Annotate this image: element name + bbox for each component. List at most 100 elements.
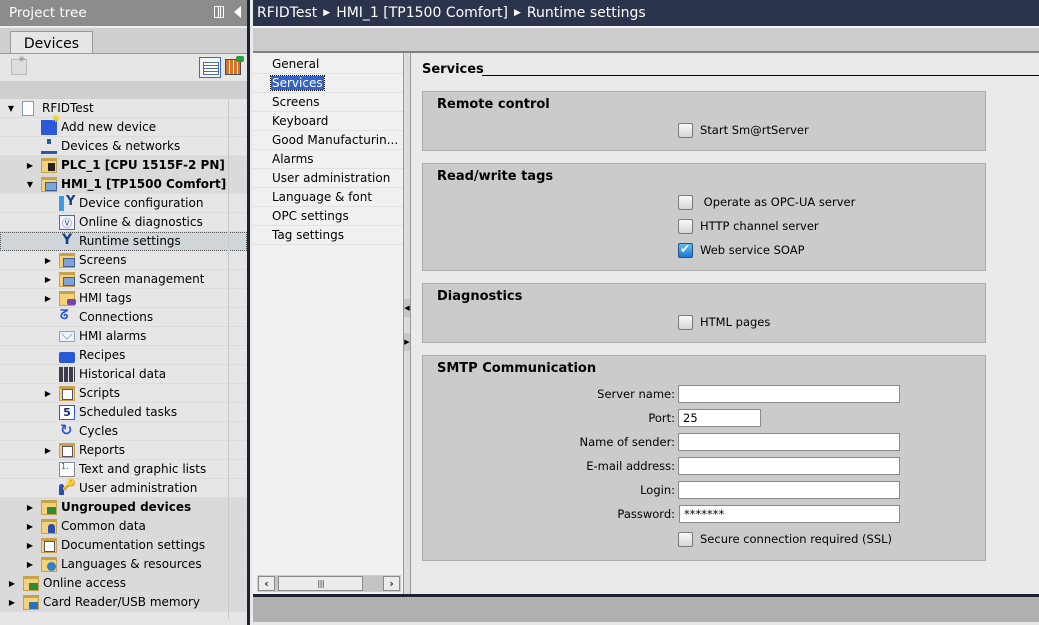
expand-toggle-icon[interactable]: ▶ xyxy=(43,384,53,403)
breadcrumb-item[interactable]: Runtime settings xyxy=(527,5,646,21)
tree-item-plc-1[interactable]: ▶ PLC_1 [CPU 1515F-2 PN] xyxy=(0,156,247,175)
checkbox-http-channel-server[interactable]: HTTP channel server xyxy=(678,218,819,234)
expand-toggle-icon[interactable]: ▼ xyxy=(6,99,16,118)
tree-item-device-configuration[interactable]: Device configuration xyxy=(0,194,247,213)
checkbox-label: HTTP channel server xyxy=(700,219,819,233)
tree-item-cycles[interactable]: Cycles xyxy=(0,421,247,441)
tree-item-devices-networks[interactable]: Devices & networks xyxy=(0,137,247,156)
field-port: Port: xyxy=(423,409,903,427)
tree-item-common-data[interactable]: ▶ Common data xyxy=(0,517,247,536)
expand-toggle-icon[interactable]: ▶ xyxy=(25,555,35,574)
nav-label: General xyxy=(272,57,320,71)
split-pane-icon[interactable] xyxy=(214,6,224,18)
nav-item-alarms[interactable]: Alarms xyxy=(253,150,403,169)
checkbox[interactable] xyxy=(678,122,693,138)
expand-toggle-icon[interactable]: ▶ xyxy=(25,536,35,555)
checkbox[interactable] xyxy=(678,218,693,234)
tree-item-recipes[interactable]: Recipes xyxy=(0,346,247,365)
server-name-input[interactable] xyxy=(678,385,900,403)
expand-toggle-icon[interactable]: ▶ xyxy=(43,251,53,270)
tree-item-add-new-device[interactable]: Add new device xyxy=(0,114,247,137)
collapse-left-icon[interactable]: ◀ xyxy=(404,299,410,317)
tree-item-text-graphic-lists[interactable]: Text and graphic lists xyxy=(0,460,247,479)
nav-item-tag-settings[interactable]: Tag settings xyxy=(253,226,403,245)
expand-toggle-icon[interactable]: ▶ xyxy=(7,593,17,612)
tree-column-header xyxy=(0,81,247,99)
nav-item-general[interactable]: General xyxy=(253,55,403,74)
tree-item-hmi-tags[interactable]: ▶ HMI tags xyxy=(0,289,247,308)
tree-item-user-administration[interactable]: User administration xyxy=(0,478,247,498)
new-group-icon[interactable] xyxy=(11,55,27,75)
expand-toggle-icon[interactable]: ▼ xyxy=(25,175,35,194)
port-input[interactable] xyxy=(678,409,761,427)
nav-item-good-manufacturing[interactable]: Good Manufacturin... xyxy=(253,131,403,150)
horizontal-scrollbar[interactable]: ‹ |||| › xyxy=(257,575,401,592)
expand-right-icon[interactable]: ▶ xyxy=(404,333,410,351)
splitter[interactable]: ◀ ▶ xyxy=(403,53,411,594)
tree-item-hmi-alarms[interactable]: HMI alarms xyxy=(0,327,247,346)
tree-item-scripts[interactable]: ▶ Scripts xyxy=(0,384,247,403)
expand-toggle-icon[interactable]: ▶ xyxy=(7,574,17,593)
sender-name-input[interactable] xyxy=(678,433,900,451)
email-address-input[interactable] xyxy=(678,457,900,475)
nav-label: Tag settings xyxy=(272,228,344,242)
hmi-folder-icon xyxy=(41,176,57,192)
checkbox[interactable] xyxy=(678,194,693,210)
login-input[interactable] xyxy=(678,481,900,499)
section-title: Services xyxy=(422,62,484,77)
scroll-right-button[interactable]: › xyxy=(383,576,400,591)
project-tree-title: Project tree xyxy=(9,5,87,21)
nav-label: Good Manufacturin... xyxy=(272,133,399,147)
breadcrumb-item[interactable]: HMI_1 [TP1500 Comfort] xyxy=(336,5,508,21)
tree-toolbar xyxy=(0,53,247,81)
nav-item-screens[interactable]: Screens xyxy=(253,93,403,112)
expand-toggle-icon[interactable]: ▶ xyxy=(43,289,53,308)
tree-item-screen-management[interactable]: ▶ Screen management xyxy=(0,270,247,289)
import-icon[interactable] xyxy=(225,56,244,75)
checkbox-opc-ua-server[interactable]: Operate as OPC-UA server xyxy=(678,194,855,210)
tree-item-documentation-settings[interactable]: ▶ Documentation settings xyxy=(0,536,247,555)
tree-item-languages-resources[interactable]: ▶ Languages & resources xyxy=(0,555,247,574)
tree-item-connections[interactable]: Connections xyxy=(0,308,247,327)
nav-item-user-administration[interactable]: User administration xyxy=(253,169,403,188)
tree-item-online-access[interactable]: ▶ Online access xyxy=(0,574,247,593)
tree-item-online-diagnostics[interactable]: Online & diagnostics xyxy=(0,213,247,232)
expand-toggle-icon[interactable]: ▶ xyxy=(25,517,35,536)
breadcrumb-item[interactable]: RFIDTest xyxy=(257,5,317,21)
checkbox-checked[interactable] xyxy=(678,242,693,258)
tree-item-scheduled-tasks[interactable]: 5 Scheduled tasks xyxy=(0,403,247,422)
scroll-left-button[interactable]: ‹ xyxy=(258,576,275,591)
card-reader-icon xyxy=(23,594,39,610)
tab-devices[interactable]: Devices xyxy=(10,31,93,55)
tree-item-screens[interactable]: ▶ Screens xyxy=(0,251,247,270)
checkbox-web-service-soap[interactable]: Web service SOAP xyxy=(678,242,805,258)
checkbox-start-smartserver[interactable]: Start Sm@rtServer xyxy=(678,122,809,138)
tree-item-label: Recipes xyxy=(79,348,126,362)
envelope-icon xyxy=(59,330,75,342)
overview-icon[interactable] xyxy=(199,57,221,78)
nav-item-keyboard[interactable]: Keyboard xyxy=(253,112,403,131)
tree-item-reports[interactable]: ▶ Reports xyxy=(0,441,247,460)
password-input[interactable] xyxy=(679,505,900,523)
tree-item-label: Runtime settings xyxy=(79,234,181,248)
collapse-panel-icon[interactable] xyxy=(234,6,241,18)
tree-item-hmi-1[interactable]: ▼ HMI_1 [TP1500 Comfort] xyxy=(0,175,247,194)
checkbox[interactable] xyxy=(678,314,693,330)
tree-item-ungrouped-devices[interactable]: ▶ Ungrouped devices xyxy=(0,498,247,517)
tree-item-rfidtest[interactable]: ▼ RFIDTest xyxy=(0,99,247,118)
checkbox-html-pages[interactable]: HTML pages xyxy=(678,314,770,330)
expand-toggle-icon[interactable]: ▶ xyxy=(43,441,53,460)
nav-item-language-font[interactable]: Language & font xyxy=(253,188,403,207)
nav-item-services[interactable]: Services xyxy=(253,74,403,93)
tree-item-card-reader[interactable]: ▶ Card Reader/USB memory xyxy=(0,593,247,612)
group-read-write-tags: Read/write tags Operate as OPC-UA server… xyxy=(422,163,986,271)
nav-item-opc-settings[interactable]: OPC settings xyxy=(253,207,403,226)
expand-toggle-icon[interactable]: ▶ xyxy=(25,156,35,175)
expand-toggle-icon[interactable]: ▶ xyxy=(25,498,35,517)
tree-item-historical-data[interactable]: Historical data xyxy=(0,365,247,384)
expand-toggle-icon[interactable]: ▶ xyxy=(43,270,53,289)
scrollbar-thumb[interactable]: |||| xyxy=(278,576,363,591)
tree-item-runtime-settings[interactable]: Runtime settings xyxy=(0,232,247,251)
checkbox-ssl[interactable]: Secure connection required (SSL) xyxy=(678,531,892,547)
checkbox[interactable] xyxy=(678,531,693,547)
